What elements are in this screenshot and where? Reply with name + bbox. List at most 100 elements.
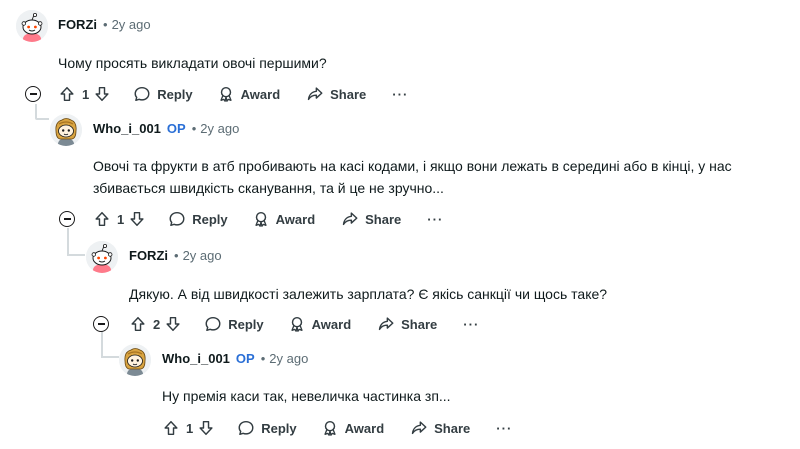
vote-count: 2 <box>153 316 161 332</box>
share-icon <box>377 315 395 333</box>
award-label: Award <box>344 420 385 436</box>
avatar[interactable] <box>86 241 118 273</box>
comment-meta: Who_i_001 OP • 2y ago <box>93 121 239 136</box>
reply-icon <box>168 210 186 228</box>
reply-label: Reply <box>261 420 297 436</box>
thread-line-2 <box>67 228 69 254</box>
author-name[interactable]: FORZi <box>58 17 97 32</box>
vote-count: 1 <box>186 420 194 436</box>
op-badge: OP <box>166 121 186 136</box>
comment-meta: FORZi • 2y ago <box>129 248 222 263</box>
downvote-icon <box>93 85 111 103</box>
downvote-button[interactable] <box>128 210 146 228</box>
upvote-button[interactable] <box>162 419 180 437</box>
thread-line-3 <box>101 332 103 356</box>
downvote-button[interactable] <box>164 315 182 333</box>
share-button[interactable]: Share <box>377 315 437 333</box>
reply-button[interactable]: Reply <box>204 315 264 333</box>
award-button[interactable]: Award <box>321 419 385 437</box>
award-label: Award <box>311 316 352 332</box>
separator-dot: • <box>103 17 108 32</box>
timestamp[interactable]: 2y ago <box>183 248 222 263</box>
upvote-icon <box>58 85 76 103</box>
upvote-icon <box>129 315 147 333</box>
reply-button[interactable]: Reply <box>133 85 193 103</box>
share-label: Share <box>365 211 402 227</box>
upvote-button[interactable] <box>58 85 76 103</box>
reply-icon <box>204 315 222 333</box>
collapse-thread-button[interactable] <box>59 211 75 227</box>
collapse-thread-button[interactable] <box>25 86 41 102</box>
award-icon <box>288 315 306 333</box>
downvote-icon <box>128 210 146 228</box>
downvote-button[interactable] <box>197 419 215 437</box>
timestamp[interactable]: 2y ago <box>269 351 308 366</box>
award-label: Award <box>240 86 281 102</box>
reply-icon <box>133 85 151 103</box>
reply-label: Reply <box>157 86 193 102</box>
comment-body: Ну премія каси так, невеличка частинка з… <box>162 385 782 407</box>
comment-body: Дякую. А від швидкості залежить зарплата… <box>129 283 779 305</box>
reply-button[interactable]: Reply <box>168 210 228 228</box>
avatar[interactable] <box>119 344 151 376</box>
share-button[interactable]: Share <box>341 210 401 228</box>
separator-dot: • <box>260 351 266 366</box>
share-icon <box>410 419 428 437</box>
award-icon <box>321 419 339 437</box>
separator-dot: • <box>174 248 179 263</box>
reply-label: Reply <box>192 211 228 227</box>
snoo-avatar-icon <box>16 10 48 42</box>
downvote-icon <box>164 315 182 333</box>
snoo-avatar-icon <box>119 344 151 376</box>
vote-count: 1 <box>117 211 125 227</box>
author-name[interactable]: FORZi <box>129 248 168 263</box>
downvote-icon <box>197 419 215 437</box>
more-options-button[interactable]: ··· <box>392 87 408 102</box>
collapse-thread-button[interactable] <box>93 316 109 332</box>
award-button[interactable]: Award <box>288 315 352 333</box>
share-button[interactable]: Share <box>306 85 366 103</box>
more-options-button[interactable]: ··· <box>496 421 512 436</box>
award-button[interactable]: Award <box>217 85 281 103</box>
upvote-button[interactable] <box>129 315 147 333</box>
more-options-button[interactable]: ··· <box>463 317 479 332</box>
share-label: Share <box>434 420 471 436</box>
reply-button[interactable]: Reply <box>237 419 297 437</box>
share-icon <box>341 210 359 228</box>
vote-count: 1 <box>82 86 90 102</box>
comment-meta: Who_i_001 OP • 2y ago <box>162 351 308 366</box>
share-button[interactable]: Share <box>410 419 470 437</box>
share-icon <box>306 85 324 103</box>
share-label: Share <box>330 86 367 102</box>
timestamp[interactable]: 2y ago <box>200 121 239 136</box>
thread-line-3-curve <box>101 356 119 358</box>
comment-actions: 1 Reply Award Share ··· <box>93 207 443 231</box>
award-button[interactable]: Award <box>252 210 315 228</box>
share-label: Share <box>401 316 438 332</box>
op-badge: OP <box>235 351 255 366</box>
thread-line-1-curve <box>35 118 49 120</box>
comment-body: Чому просять викладати овочі першими? <box>58 52 758 74</box>
avatar[interactable] <box>16 10 48 42</box>
comment-actions: 1 Reply Award Share ··· <box>58 82 408 106</box>
award-icon <box>217 85 235 103</box>
comment-actions: 1 Reply Award Share ··· <box>162 416 512 440</box>
author-name[interactable]: Who_i_001 <box>93 121 161 136</box>
comment-body: Овочі та фрукти в атб пробивають на касі… <box>93 155 783 199</box>
snoo-avatar-icon <box>50 114 82 146</box>
snoo-avatar-icon <box>86 241 118 273</box>
timestamp[interactable]: 2y ago <box>112 17 151 32</box>
avatar[interactable] <box>50 114 82 146</box>
comment-text: Дякую. А від швидкості залежить зарплата… <box>129 286 608 302</box>
upvote-button[interactable] <box>93 210 111 228</box>
award-icon <box>252 210 270 228</box>
comment-text: Овочі та фрукти в атб пробивають на касі… <box>93 158 732 196</box>
author-name[interactable]: Who_i_001 <box>162 351 230 366</box>
separator-dot: • <box>191 121 197 136</box>
more-options-button[interactable]: ··· <box>427 212 443 227</box>
thread-line-1 <box>35 104 37 118</box>
upvote-icon <box>93 210 111 228</box>
thread-line-2-curve <box>67 254 85 256</box>
reply-label: Reply <box>228 316 264 332</box>
downvote-button[interactable] <box>93 85 111 103</box>
